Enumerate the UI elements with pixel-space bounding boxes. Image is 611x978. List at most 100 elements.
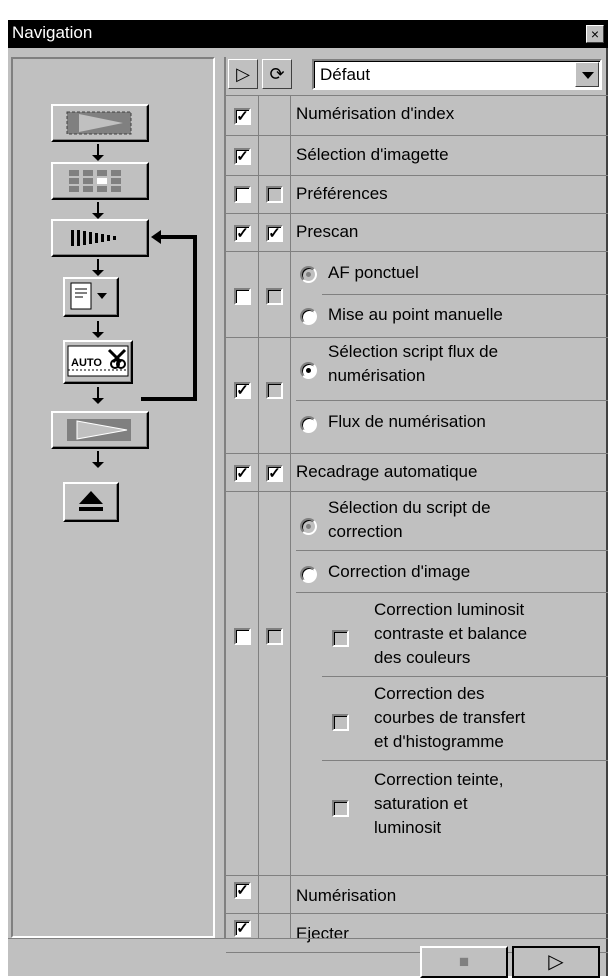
table-row: Préférences <box>226 175 608 213</box>
script-list-icon <box>70 282 107 310</box>
checkbox-run[interactable]: ✓ <box>234 882 251 899</box>
eject-step-button[interactable] <box>63 482 119 522</box>
workflow-pane: AUTO <box>11 57 215 938</box>
stop-icon: ■ <box>458 952 470 971</box>
checkbox-correction-luminosite[interactable] <box>332 630 349 647</box>
preset-value: Défaut <box>320 65 371 84</box>
run-button[interactable]: ▷ <box>512 946 600 978</box>
loop-connector-vertical <box>193 235 197 401</box>
option-label: des couleurs <box>374 648 471 667</box>
row-label: Prescan <box>296 222 359 241</box>
auto-crop-step-button[interactable]: AUTO <box>63 340 133 384</box>
table-row: ✓ Sélection d'imagette <box>226 135 608 175</box>
thumbnail-select-step-button[interactable] <box>51 162 149 200</box>
footer-bar: ■ ▷ <box>8 938 608 978</box>
option-label: et d'histogramme <box>374 732 504 751</box>
loop-connector-bottom <box>141 397 197 401</box>
svg-text:AUTO: AUTO <box>71 357 102 369</box>
preset-dropdown[interactable]: Défaut <box>312 59 602 90</box>
flow-arrow-head <box>92 462 104 468</box>
option-label: luminosit <box>374 818 442 837</box>
option-label: saturation et <box>374 794 468 813</box>
flow-arrow-head <box>92 398 104 404</box>
option-label: Correction luminosit <box>374 600 525 619</box>
checkbox-repeat[interactable]: ✓ <box>266 465 283 482</box>
navigation-window: Navigation × AUTO ▷ ⟳ Défaut ✓ Numérisat… <box>8 20 608 978</box>
row-label: Préférences <box>296 184 388 203</box>
checkbox-repeat[interactable] <box>266 628 283 645</box>
sub-divider <box>296 550 608 551</box>
play-column-header[interactable]: ▷ <box>228 59 258 89</box>
loop-connector-top <box>161 235 197 239</box>
checkbox-correction-teinte[interactable] <box>332 800 349 817</box>
flow-arrow-head <box>92 332 104 338</box>
radio-selection-correction[interactable] <box>300 518 317 535</box>
close-button[interactable]: × <box>586 25 604 43</box>
flow-arrow-head <box>92 155 104 161</box>
radio-flux[interactable] <box>300 416 317 433</box>
window-title: Navigation <box>12 23 93 42</box>
table-row: ✓ Numérisation <box>226 875 608 913</box>
checkbox-repeat[interactable]: ✓ <box>266 225 283 242</box>
stop-button[interactable]: ■ <box>420 946 508 978</box>
run-icon: ▷ <box>548 951 564 973</box>
checkbox-run[interactable] <box>234 288 251 305</box>
index-scan-icon <box>66 111 132 135</box>
radio-label: AF ponctuel <box>328 263 419 282</box>
loop-arrow-head <box>151 230 161 244</box>
option-label: courbes de transfert <box>374 708 526 727</box>
checkbox-run[interactable]: ✓ <box>234 108 251 125</box>
radio-mise-au-point[interactable] <box>300 308 317 325</box>
checkbox-run[interactable]: ✓ <box>234 920 251 937</box>
radio-selection-script[interactable] <box>300 362 317 379</box>
row-label: Numérisation d'index <box>296 104 455 123</box>
table-header: ▷ ⟳ Défaut <box>226 57 608 95</box>
table-row: Sélection du script de correction Correc… <box>226 491 608 875</box>
sub-divider <box>296 400 608 401</box>
workflow-script-step-button[interactable] <box>63 277 119 317</box>
sub-divider <box>322 676 608 677</box>
option-label: contraste et balance <box>374 624 528 643</box>
radio-label: Sélection du script de <box>328 498 491 517</box>
checkbox-correction-courbes[interactable] <box>332 714 349 731</box>
radio-correction-image[interactable] <box>300 566 317 583</box>
refresh-icon: ⟳ <box>269 64 285 84</box>
index-scan-step-button[interactable] <box>51 104 149 142</box>
prescan-step-button[interactable] <box>51 219 149 257</box>
sub-divider <box>296 592 608 593</box>
radio-label: correction <box>328 522 403 541</box>
refresh-column-header[interactable]: ⟳ <box>262 59 292 89</box>
checkbox-repeat[interactable] <box>266 186 283 203</box>
radio-label: numérisation <box>328 366 426 385</box>
table-row: ✓ ✓ Recadrage automatique <box>226 453 608 491</box>
row-label: Sélection d'imagette <box>296 145 449 164</box>
checkbox-run[interactable]: ✓ <box>234 148 251 165</box>
chevron-down-icon[interactable] <box>575 62 599 87</box>
title-bar: Navigation × <box>8 20 608 48</box>
radio-label: Mise au point manuelle <box>328 305 503 324</box>
checkbox-run[interactable] <box>234 628 251 645</box>
checkbox-repeat[interactable] <box>266 382 283 399</box>
prescan-icon <box>71 230 116 246</box>
row-label: Recadrage automatique <box>296 462 478 481</box>
checkbox-run[interactable]: ✓ <box>234 382 251 399</box>
option-label: Correction des <box>374 684 485 703</box>
sub-divider <box>322 294 608 295</box>
table-row: AF ponctuel Mise au point manuelle <box>226 251 608 337</box>
flow-arrow-head <box>92 270 104 276</box>
eject-icon <box>79 491 103 511</box>
table-row: ✓ Numérisation d'index <box>226 95 608 135</box>
table-row: ✓ ✓ Prescan <box>226 213 608 251</box>
radio-label: Sélection script flux de <box>328 342 499 361</box>
checkbox-run[interactable] <box>234 186 251 203</box>
option-label: Correction teinte, <box>374 770 504 789</box>
sub-divider <box>322 760 608 761</box>
radio-label: Flux de numérisation <box>328 412 486 431</box>
scan-step-button[interactable] <box>51 411 149 449</box>
checkbox-run[interactable]: ✓ <box>234 465 251 482</box>
table-row: ✓ Sélection script flux de numérisation … <box>226 337 608 453</box>
radio-af-ponctuel[interactable] <box>300 266 317 283</box>
auto-crop-icon: AUTO <box>67 345 129 377</box>
checkbox-repeat[interactable] <box>266 288 283 305</box>
checkbox-run[interactable]: ✓ <box>234 225 251 242</box>
